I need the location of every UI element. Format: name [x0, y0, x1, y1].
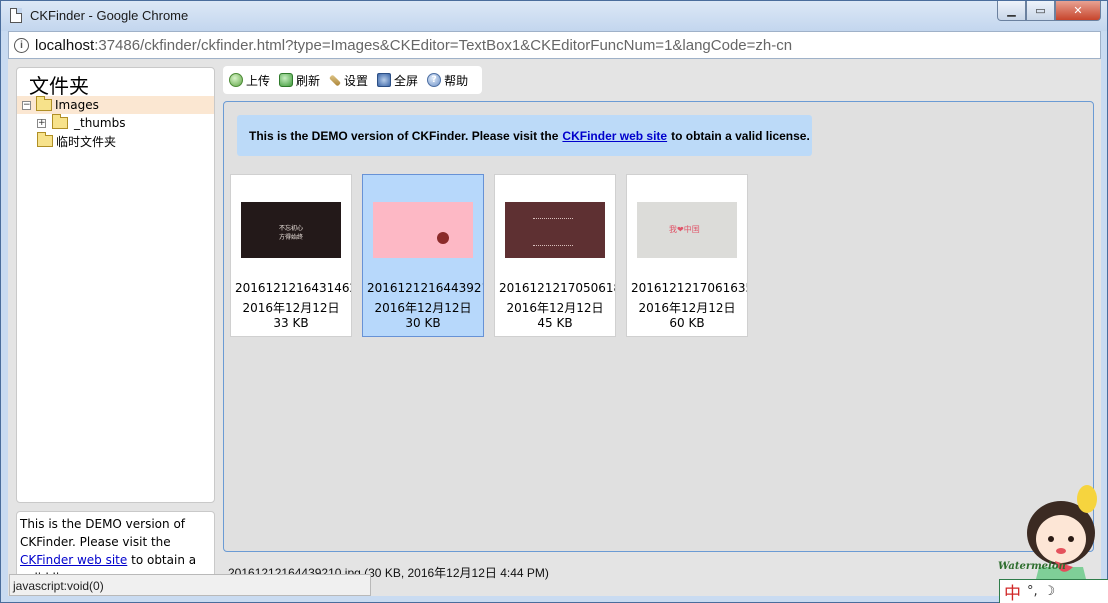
tree-item-label: 临时文件夹 [56, 134, 117, 149]
tree-item-thumbs[interactable]: + _thumbs [17, 114, 214, 132]
refresh-icon [279, 73, 294, 87]
url-path: :37486/ckfinder/ckfinder.html?type=Image… [94, 36, 793, 54]
refresh-button[interactable]: 刷新 [279, 72, 320, 89]
tree-item-temp[interactable]: 临时文件夹 [17, 132, 214, 150]
wrench-icon [329, 73, 342, 87]
file-name: 20161212170506184 [499, 281, 615, 295]
title-bar: CKFinder - Google Chrome ▁ ▭ ✕ [1, 1, 1107, 31]
maximize-button[interactable]: ▭ [1026, 1, 1055, 21]
file-name: 20161212164439210 [367, 281, 483, 295]
address-bar[interactable]: i localhost:37486/ckfinder/ckfinder.html… [8, 31, 1101, 59]
folder-icon [37, 132, 53, 147]
fullscreen-label: 全屏 [394, 73, 419, 88]
upload-icon [229, 73, 243, 87]
upload-label: 上传 [246, 73, 271, 88]
tree-item-label: Images [55, 98, 99, 112]
file-thumbnail[interactable]: 不忘初心 方得始终 20161212164314625 2016年12月12日 … [230, 174, 352, 337]
file-date: 2016年12月12日 [242, 301, 340, 315]
file-thumbnail-selected[interactable]: 20161212164439210 2016年12月12日 30 KB [362, 174, 484, 337]
tree-item-label: _thumbs [74, 116, 126, 130]
file-name: 20161212164314625 [235, 281, 351, 295]
help-label: 帮助 [444, 73, 469, 88]
fullscreen-button[interactable]: 全屏 [377, 72, 418, 89]
folder-tree: − Images + _thumbs 临时文件夹 [17, 96, 214, 150]
banner-text-end: to obtain a valid license. [671, 128, 810, 143]
ime-brand: Watermelon [998, 561, 1066, 572]
folder-panel: 文件夹 − Images + _thumbs 临时文件夹 [16, 67, 215, 503]
thumbnail-image: 不忘初心 方得始终 [241, 202, 341, 258]
expand-icon[interactable]: + [37, 118, 46, 128]
link-hover-status: javascript:void(0) [9, 574, 371, 596]
file-size: 60 KB [669, 316, 705, 330]
thumbnail-image [373, 202, 473, 258]
minimize-button[interactable]: ▁ [997, 1, 1026, 21]
files-panel[interactable]: This is the DEMO version of CKFinder. Pl… [223, 101, 1094, 552]
folder-icon [52, 114, 68, 129]
banner-ckfinder-link[interactable]: CKFinder web site [562, 129, 667, 143]
help-button[interactable]: ? 帮助 [427, 72, 468, 89]
browser-window: CKFinder - Google Chrome ▁ ▭ ✕ i localho… [0, 0, 1108, 603]
thumbnail-image [505, 202, 605, 258]
thumbnail-caption: 我❤中国 [669, 225, 700, 234]
thumbnail-image: 我❤中国 [637, 202, 737, 258]
url-host: localhost [35, 36, 95, 54]
file-size: 33 KB [273, 316, 309, 330]
cartoon-figure [437, 232, 449, 244]
ime-mode[interactable]: 中 [1004, 579, 1021, 603]
ime-punctuation[interactable]: °, [1027, 584, 1038, 599]
file-date: 2016年12月12日 [506, 301, 604, 315]
fullscreen-icon [377, 73, 392, 87]
folder-open-icon [36, 96, 52, 111]
settings-label: 设置 [344, 73, 369, 88]
file-name: 20161212170616353 [631, 281, 747, 295]
file-date: 2016年12月12日 [638, 301, 736, 315]
banner-text: This is the DEMO version of CKFinder. Pl… [249, 128, 559, 143]
ckfinder-page: 文件夹 − Images + _thumbs 临时文件夹 This is the… [8, 59, 1101, 596]
help-icon: ? [427, 73, 442, 87]
refresh-label: 刷新 [296, 73, 321, 88]
page-icon [10, 8, 22, 23]
moon-icon[interactable]: ☽ [1044, 584, 1056, 599]
thumbnail-text-lines [533, 218, 573, 246]
file-thumbnail[interactable]: 我❤中国 20161212170616353 2016年12月12日 60 KB [626, 174, 748, 337]
file-date: 2016年12月12日 [374, 301, 472, 315]
close-button[interactable]: ✕ [1055, 1, 1101, 21]
file-size: 45 KB [537, 316, 573, 330]
toolbar: 上传 刷新 设置 全屏 ? 帮助 [223, 66, 482, 94]
ime-toolbar[interactable]: 中 °, ☽ [999, 579, 1108, 603]
file-size: 30 KB [405, 316, 441, 330]
demo-banner: This is the DEMO version of CKFinder. Pl… [237, 115, 812, 156]
file-thumbnail[interactable]: 20161212170506184 2016年12月12日 45 KB [494, 174, 616, 337]
window-title: CKFinder - Google Chrome [30, 8, 189, 23]
folder-panel-title: 文件夹 [29, 74, 89, 98]
settings-button[interactable]: 设置 [329, 72, 368, 89]
thumbnail-caption: 不忘初心 方得始终 [279, 225, 304, 241]
tree-item-images[interactable]: − Images [17, 96, 214, 114]
collapse-icon[interactable]: − [22, 100, 31, 110]
license-text: This is the DEMO version of CKFinder. Pl… [20, 517, 186, 549]
info-icon[interactable]: i [14, 37, 29, 53]
upload-button[interactable]: 上传 [229, 72, 270, 89]
ckfinder-link[interactable]: CKFinder web site [20, 553, 127, 567]
